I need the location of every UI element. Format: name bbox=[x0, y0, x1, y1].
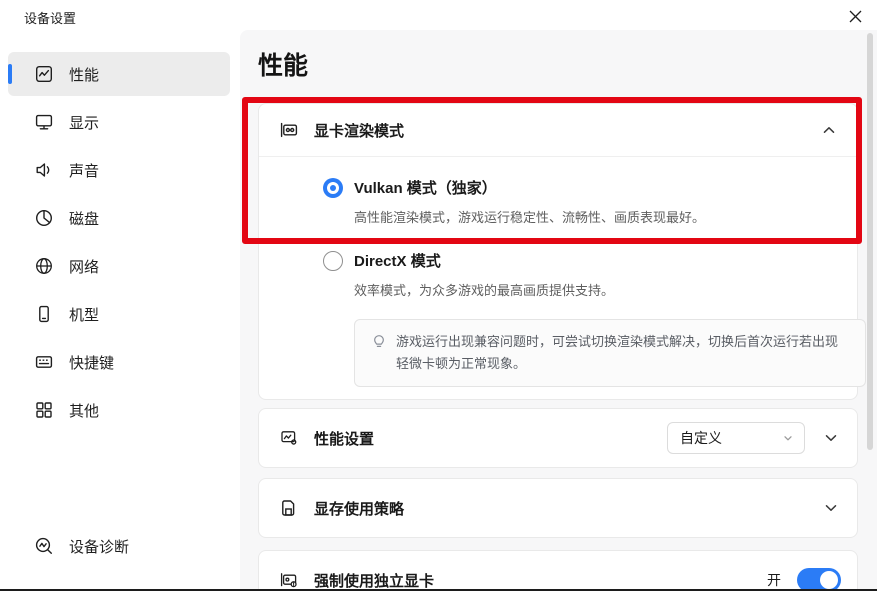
option-description: 高性能渲染模式，游戏运行稳定性、流畅性、画质表现最好。 bbox=[354, 207, 829, 226]
chevron-down-icon[interactable] bbox=[821, 428, 841, 448]
section-title: 性能设置 bbox=[314, 428, 374, 449]
radio-vulkan[interactable]: Vulkan 模式（独家） bbox=[323, 177, 829, 198]
network-icon bbox=[34, 256, 54, 276]
section-title: 显存使用策略 bbox=[314, 498, 404, 519]
tip-box: 游戏运行出现兼容问题时，可尝试切换渲染模式解决，切换后首次运行若出现轻微卡顿为正… bbox=[354, 319, 866, 387]
sidebar-nav: 性能 显示 声音 磁盘 网络 bbox=[8, 52, 230, 432]
toggle-knob bbox=[820, 571, 838, 589]
sidebar-item-label: 机型 bbox=[69, 304, 99, 325]
sidebar-item-network[interactable]: 网络 bbox=[8, 244, 230, 288]
titlebar: 设备设置 bbox=[0, 0, 877, 30]
force-dgpu-card: 强制使用独立显卡 开 bbox=[258, 550, 858, 591]
sound-icon bbox=[34, 160, 54, 180]
vram-strategy-card: 显存使用策略 bbox=[258, 478, 858, 538]
sidebar-item-sound[interactable]: 声音 bbox=[8, 148, 230, 192]
force-dgpu-toggle[interactable] bbox=[797, 568, 841, 591]
render-mode-header[interactable]: 显卡渲染模式 bbox=[259, 104, 857, 157]
render-mode-body: Vulkan 模式（独家） 高性能渲染模式，游戏运行稳定性、流畅性、画质表现最好… bbox=[259, 157, 857, 387]
force-dgpu-row: 强制使用独立显卡 开 bbox=[259, 551, 857, 591]
force-dgpu-controls: 开 bbox=[767, 568, 841, 591]
sidebar: 性能 显示 声音 磁盘 网络 bbox=[0, 30, 240, 591]
performance-icon bbox=[34, 64, 54, 84]
radio-directx[interactable]: DirectX 模式 bbox=[323, 250, 829, 271]
window-title: 设备设置 bbox=[24, 8, 76, 27]
sidebar-item-disk[interactable]: 磁盘 bbox=[8, 196, 230, 240]
page-title: 性能 bbox=[258, 46, 308, 82]
option-label: Vulkan 模式（独家） bbox=[354, 177, 497, 198]
gpu-badge-icon bbox=[279, 570, 299, 590]
sidebar-item-label: 性能 bbox=[69, 64, 99, 85]
sidebar-item-diagnostics[interactable]: 设备诊断 bbox=[8, 524, 230, 568]
device-model-icon bbox=[34, 304, 54, 324]
tip-text: 游戏运行出现兼容问题时，可尝试切换渲染模式解决，切换后首次运行若出现轻微卡顿为正… bbox=[396, 331, 849, 375]
sidebar-item-display[interactable]: 显示 bbox=[8, 100, 230, 144]
option-description: 效率模式，为众多游戏的最高画质提供支持。 bbox=[354, 280, 829, 299]
sidebar-item-label: 磁盘 bbox=[69, 208, 99, 229]
chevron-down-icon bbox=[782, 432, 794, 444]
sidebar-item-other[interactable]: 其他 bbox=[8, 388, 230, 432]
sidebar-item-label: 设备诊断 bbox=[69, 536, 129, 557]
keyboard-icon bbox=[34, 352, 54, 372]
render-option-directx: DirectX 模式 效率模式，为众多游戏的最高画质提供支持。 bbox=[323, 250, 829, 299]
active-indicator bbox=[8, 64, 12, 84]
close-icon[interactable] bbox=[845, 6, 865, 26]
render-mode-card: 显卡渲染模式 Vulkan 模式（独家） 高性能渲染模式，游戏运行稳定性、流畅性… bbox=[258, 103, 858, 400]
sidebar-item-label: 显示 bbox=[69, 112, 99, 133]
sidebar-item-label: 快捷键 bbox=[69, 352, 114, 373]
disk-icon bbox=[34, 208, 54, 228]
sidebar-item-shortcuts[interactable]: 快捷键 bbox=[8, 340, 230, 384]
option-label: DirectX 模式 bbox=[354, 250, 441, 271]
render-option-vulkan: Vulkan 模式（独家） 高性能渲染模式，游戏运行稳定性、流畅性、画质表现最好… bbox=[323, 177, 829, 226]
sidebar-item-model[interactable]: 机型 bbox=[8, 292, 230, 336]
sidebar-item-label: 声音 bbox=[69, 160, 99, 181]
lightbulb-icon bbox=[371, 333, 387, 349]
section-title: 显卡渲染模式 bbox=[314, 120, 404, 141]
chevron-up-icon[interactable] bbox=[819, 120, 839, 140]
chevron-down-icon[interactable] bbox=[821, 498, 841, 518]
dropdown-value: 自定义 bbox=[680, 428, 722, 448]
vram-strategy-row[interactable]: 显存使用策略 bbox=[259, 479, 857, 537]
scrollbar-track[interactable] bbox=[866, 30, 874, 591]
main-panel: 性能 显卡渲染模式 Vulkan 模式（独家） 高性能渲染模式，游戏运行稳定性、… bbox=[240, 30, 877, 591]
radio-unselected-icon[interactable] bbox=[323, 251, 343, 271]
performance-mode-dropdown[interactable]: 自定义 bbox=[667, 422, 805, 454]
vram-strategy-controls bbox=[821, 498, 841, 518]
toggle-state-label: 开 bbox=[767, 570, 781, 590]
diagnostics-icon bbox=[34, 536, 54, 556]
scrollbar-thumb[interactable] bbox=[867, 33, 873, 450]
sidebar-item-label: 其他 bbox=[69, 400, 99, 421]
display-icon bbox=[34, 112, 54, 132]
performance-settings-card: 性能设置 自定义 bbox=[258, 408, 858, 468]
performance-settings-row[interactable]: 性能设置 自定义 bbox=[259, 409, 857, 467]
sidebar-item-performance[interactable]: 性能 bbox=[8, 52, 230, 96]
sidebar-item-label: 网络 bbox=[69, 256, 99, 277]
radio-selected-icon[interactable] bbox=[323, 178, 343, 198]
gpu-card-icon bbox=[279, 120, 299, 140]
memory-card-icon bbox=[279, 498, 299, 518]
performance-settings-icon bbox=[279, 428, 299, 448]
performance-settings-controls: 自定义 bbox=[667, 422, 841, 454]
grid-icon bbox=[34, 400, 54, 420]
section-title: 强制使用独立显卡 bbox=[314, 570, 434, 591]
